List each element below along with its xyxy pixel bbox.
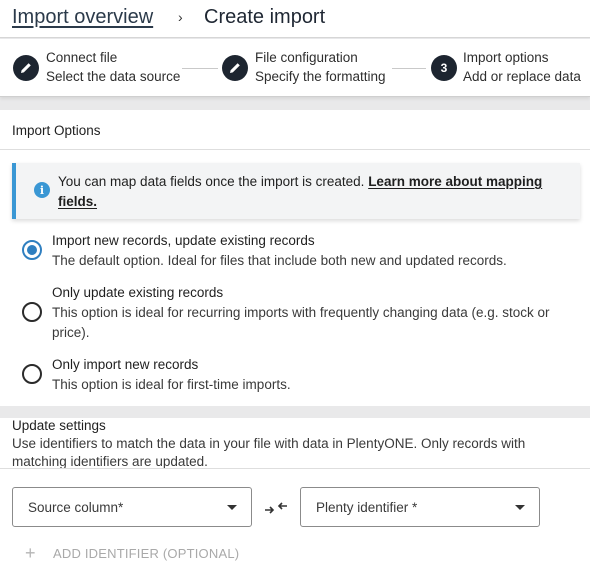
breadcrumb: Import overview › Create import: [0, 0, 590, 38]
divider: [0, 149, 590, 150]
divider: [0, 468, 590, 469]
pencil-icon[interactable]: [222, 55, 248, 81]
step-connector: [392, 68, 426, 69]
import-stepper: Connect file Select the data source File…: [0, 39, 590, 97]
caret-down-icon: [515, 505, 525, 510]
step-1-title: Connect file: [46, 50, 118, 65]
import-options-title: Import Options: [12, 123, 101, 138]
radio-only-update[interactable]: [22, 302, 42, 322]
info-icon: i: [34, 182, 50, 198]
import-options-card: Import Options i You can map data fields…: [0, 110, 590, 406]
step-2-title: File configuration: [255, 50, 358, 65]
update-settings-card: Update settings Use identifiers to match…: [0, 418, 590, 586]
add-identifier-button[interactable]: ADD IDENTIFIER (OPTIONAL): [53, 546, 239, 561]
radio-only-import[interactable]: [22, 364, 42, 384]
step-3-subtitle: Add or replace data: [463, 69, 581, 84]
option-title[interactable]: Only import new records: [52, 355, 572, 375]
plenty-identifier-label: Plenty identifier *: [316, 500, 418, 515]
source-column-label: Source column*: [28, 500, 124, 515]
step-2-subtitle: Specify the formatting: [255, 69, 386, 84]
info-banner: i You can map data fields once the impor…: [12, 163, 580, 219]
page-title: Create import: [204, 6, 326, 28]
step-3-title: Import options: [463, 50, 549, 65]
info-text: You can map data fields once the import …: [58, 172, 568, 212]
radio-update-and-import[interactable]: [22, 240, 42, 260]
option-description: The default option. Ideal for files that…: [52, 253, 507, 268]
create-import-page: Import overview › Create import Connect …: [0, 0, 590, 586]
option-title[interactable]: Only update existing records: [52, 283, 572, 303]
info-message: You can map data fields once the import …: [58, 174, 369, 189]
compare-arrows-icon: [265, 502, 287, 514]
update-settings-description: Use identifiers to match the data in you…: [12, 436, 526, 469]
update-settings-title: Update settings: [12, 418, 106, 433]
chevron-right-icon: ›: [178, 9, 183, 25]
option-description: This option is ideal for first-time impo…: [52, 377, 291, 392]
step-connector: [182, 68, 218, 69]
caret-down-icon: [227, 505, 237, 510]
pencil-icon[interactable]: [13, 55, 39, 81]
step-1-subtitle: Select the data source: [46, 69, 181, 84]
source-column-select[interactable]: Source column*: [12, 487, 252, 527]
option-title[interactable]: Import new records, update existing reco…: [52, 231, 572, 251]
step-3-number: 3: [431, 55, 457, 81]
plenty-identifier-select[interactable]: Plenty identifier *: [300, 487, 540, 527]
breadcrumb-import-overview-link[interactable]: Import overview: [12, 6, 153, 29]
option-description: This option is ideal for recurring impor…: [52, 305, 550, 340]
add-icon: +: [25, 543, 36, 563]
